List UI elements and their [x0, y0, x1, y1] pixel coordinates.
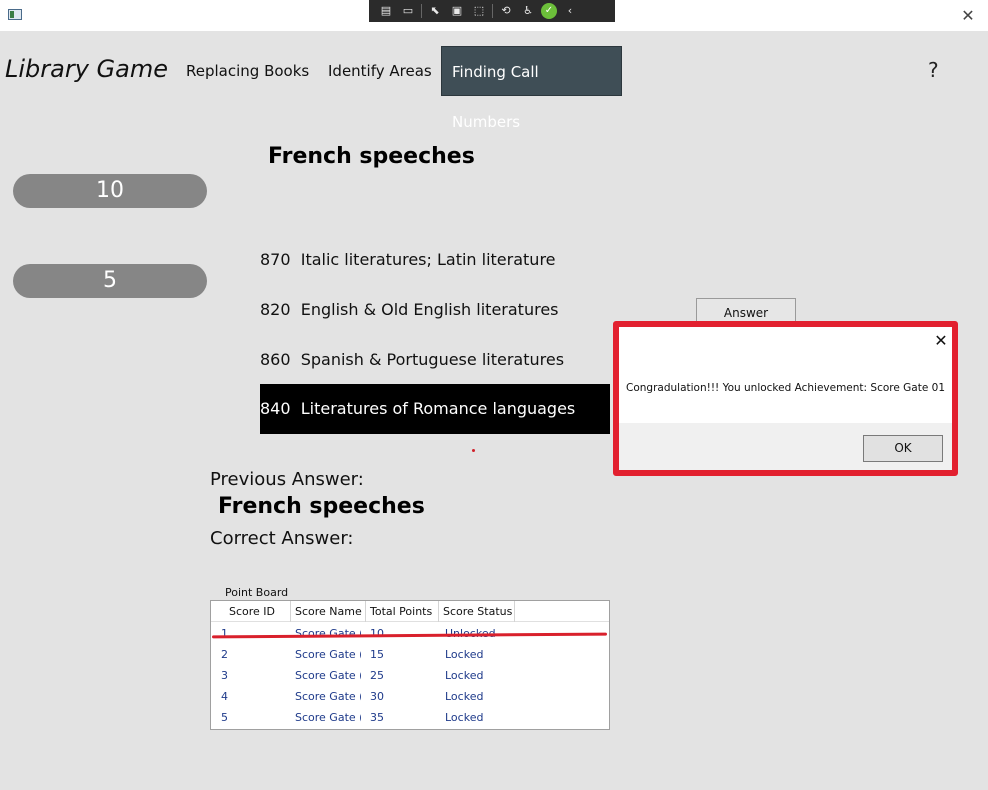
option-item[interactable]: 870 Italic literatures; Latin literature	[260, 235, 610, 285]
cell-score-status: Locked	[445, 690, 484, 703]
column-header-score-status[interactable]: Score Status	[439, 601, 515, 622]
point-board-title: Point Board	[225, 586, 289, 599]
nav-identify-areas[interactable]: Identify Areas	[318, 46, 442, 96]
previous-answer-value: French speeches	[218, 494, 425, 519]
marker-dot	[472, 449, 475, 452]
correct-answer-label: Correct Answer:	[210, 528, 354, 549]
cell-total-points: 30	[370, 690, 384, 703]
status-ok-icon[interactable]: ✓	[541, 3, 557, 19]
counter-pill: 5	[13, 264, 207, 298]
points-pill: 10	[13, 174, 207, 208]
cell-score-id: 2	[221, 648, 228, 661]
cell-score-status: Locked	[445, 648, 484, 661]
cell-score-status: Locked	[445, 669, 484, 682]
dialog-close-icon[interactable]: ✕	[933, 331, 949, 350]
option-label: English & Old English literatures	[300, 300, 559, 319]
window-close-icon[interactable]: ✕	[958, 6, 978, 26]
cell-score-id: 3	[221, 669, 228, 682]
help-button[interactable]: ?	[928, 58, 939, 82]
table-row[interactable]: 5 Score Gate ( 35 Locked	[211, 707, 609, 728]
cell-score-name: Score Gate (	[295, 669, 361, 682]
question-title: French speeches	[268, 144, 475, 169]
table-row[interactable]: 2 Score Gate ( 15 Locked	[211, 644, 609, 665]
cell-score-id: 5	[221, 711, 228, 724]
debug-toolbar: ▤ ▭ ⬉ ▣ ⬚ ⟲ ♿ ✓ ‹	[369, 0, 615, 22]
accessibility-icon[interactable]: ♿	[519, 3, 537, 19]
column-header-total-points[interactable]: Total Points	[366, 601, 439, 622]
app-window-icon	[8, 9, 22, 20]
point-board-table[interactable]: Score ID Score Name Total Points Score S…	[210, 600, 610, 730]
previous-answer-label: Previous Answer:	[210, 469, 364, 490]
cell-score-id: 1	[221, 627, 228, 640]
dialog-body: ✕ Congradulation!!! You unlocked Achieve…	[619, 327, 952, 423]
display-layout-icon[interactable]: ▣	[448, 3, 466, 19]
collapse-chevron-icon[interactable]: ‹	[561, 3, 579, 19]
option-item[interactable]: 860 Spanish & Portuguese literatures	[260, 335, 610, 385]
cell-score-name: Score Gate (	[295, 648, 361, 661]
cell-score-name: Score Gate (	[295, 690, 361, 703]
option-item-selected[interactable]: 840 Literatures of Romance languages	[260, 384, 610, 434]
cell-score-status: Locked	[445, 711, 484, 724]
option-item[interactable]: 820 English & Old English literatures	[260, 285, 610, 335]
toolbar-separator	[421, 4, 422, 18]
toolbar-separator	[492, 4, 493, 18]
nav-replacing-books[interactable]: Replacing Books	[176, 46, 319, 96]
nav-finding-call-numbers[interactable]: Finding Call Numbers	[441, 46, 622, 131]
cell-total-points: 15	[370, 648, 384, 661]
record-icon[interactable]: ▭	[399, 3, 417, 19]
cell-total-points: 35	[370, 711, 384, 724]
hot-reload-icon[interactable]: ⟲	[497, 3, 515, 19]
table-header: Score ID Score Name Total Points Score S…	[211, 601, 609, 622]
option-label: Italic literatures; Latin literature	[300, 250, 556, 269]
option-code: 840	[260, 399, 291, 418]
cell-total-points: 25	[370, 669, 384, 682]
option-code: 870	[260, 250, 291, 269]
app-title: Library Game	[5, 55, 168, 83]
option-code: 860	[260, 350, 291, 369]
live-visual-tree-icon[interactable]: ▤	[377, 3, 395, 19]
option-code: 820	[260, 300, 291, 319]
select-element-icon[interactable]: ⬉	[426, 3, 444, 19]
achievement-dialog: ✕ Congradulation!!! You unlocked Achieve…	[613, 321, 958, 476]
track-focus-icon[interactable]: ⬚	[470, 3, 488, 19]
column-header-score-name[interactable]: Score Name	[291, 601, 366, 622]
option-label: Literatures of Romance languages	[300, 399, 576, 418]
cell-score-id: 4	[221, 690, 228, 703]
window-titlebar: ▤ ▭ ⬉ ▣ ⬚ ⟲ ♿ ✓ ‹ ✕	[0, 0, 988, 31]
column-header-score-id[interactable]: Score ID	[211, 601, 291, 622]
dialog-ok-button[interactable]: OK	[863, 435, 943, 462]
option-label: Spanish & Portuguese literatures	[300, 350, 565, 369]
dialog-message: Congradulation!!! You unlocked Achieveme…	[626, 382, 946, 394]
table-row[interactable]: 3 Score Gate ( 25 Locked	[211, 665, 609, 686]
table-row[interactable]: 4 Score Gate ( 30 Locked	[211, 686, 609, 707]
cell-score-name: Score Gate (	[295, 711, 361, 724]
